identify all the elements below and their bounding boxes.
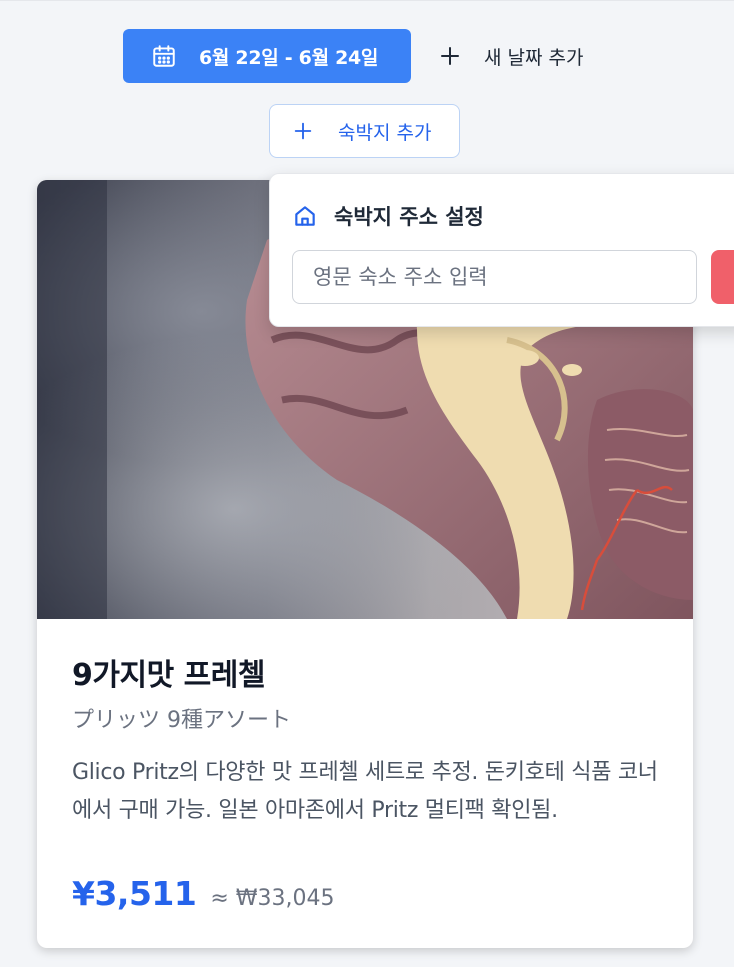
popup-header: 숙박지 주소 설정: [292, 201, 484, 231]
plus-icon: [294, 122, 312, 140]
top-divider: [0, 0, 734, 1]
product-subtitle: プリッツ 9種アソート: [72, 708, 291, 733]
add-lodging-button[interactable]: 숙박지 추가: [269, 104, 460, 158]
lodging-address-popup: 숙박지 주소 설정: [269, 173, 734, 327]
add-date-button[interactable]: 새 날짜 추가: [438, 40, 583, 72]
calendar-icon: [153, 45, 175, 67]
add-date-label: 새 날짜 추가: [484, 46, 584, 69]
popup-title: 숙박지 주소 설정: [334, 205, 484, 229]
price-row: ¥3,511 ≈ ₩33,045: [72, 874, 335, 913]
product-description: Glico Pritz의 다양한 맛 프레첼 세트로 추정. 돈키호테 식품 코…: [72, 760, 658, 823]
address-input[interactable]: [292, 250, 697, 304]
add-lodging-label: 숙박지 추가: [338, 121, 432, 144]
price-krw-approx: ≈ ₩33,045: [210, 886, 335, 911]
product-title: 9가지맛 프레첼: [72, 658, 265, 693]
date-range-label: 6월 22일 - 6월 24일: [199, 46, 379, 69]
confirm-address-button[interactable]: [711, 250, 734, 304]
plus-icon: [441, 47, 459, 65]
date-range-chip[interactable]: 6월 22일 - 6월 24일: [123, 29, 411, 83]
home-icon: [295, 206, 315, 226]
price-jpy: ¥3,511: [72, 874, 197, 913]
